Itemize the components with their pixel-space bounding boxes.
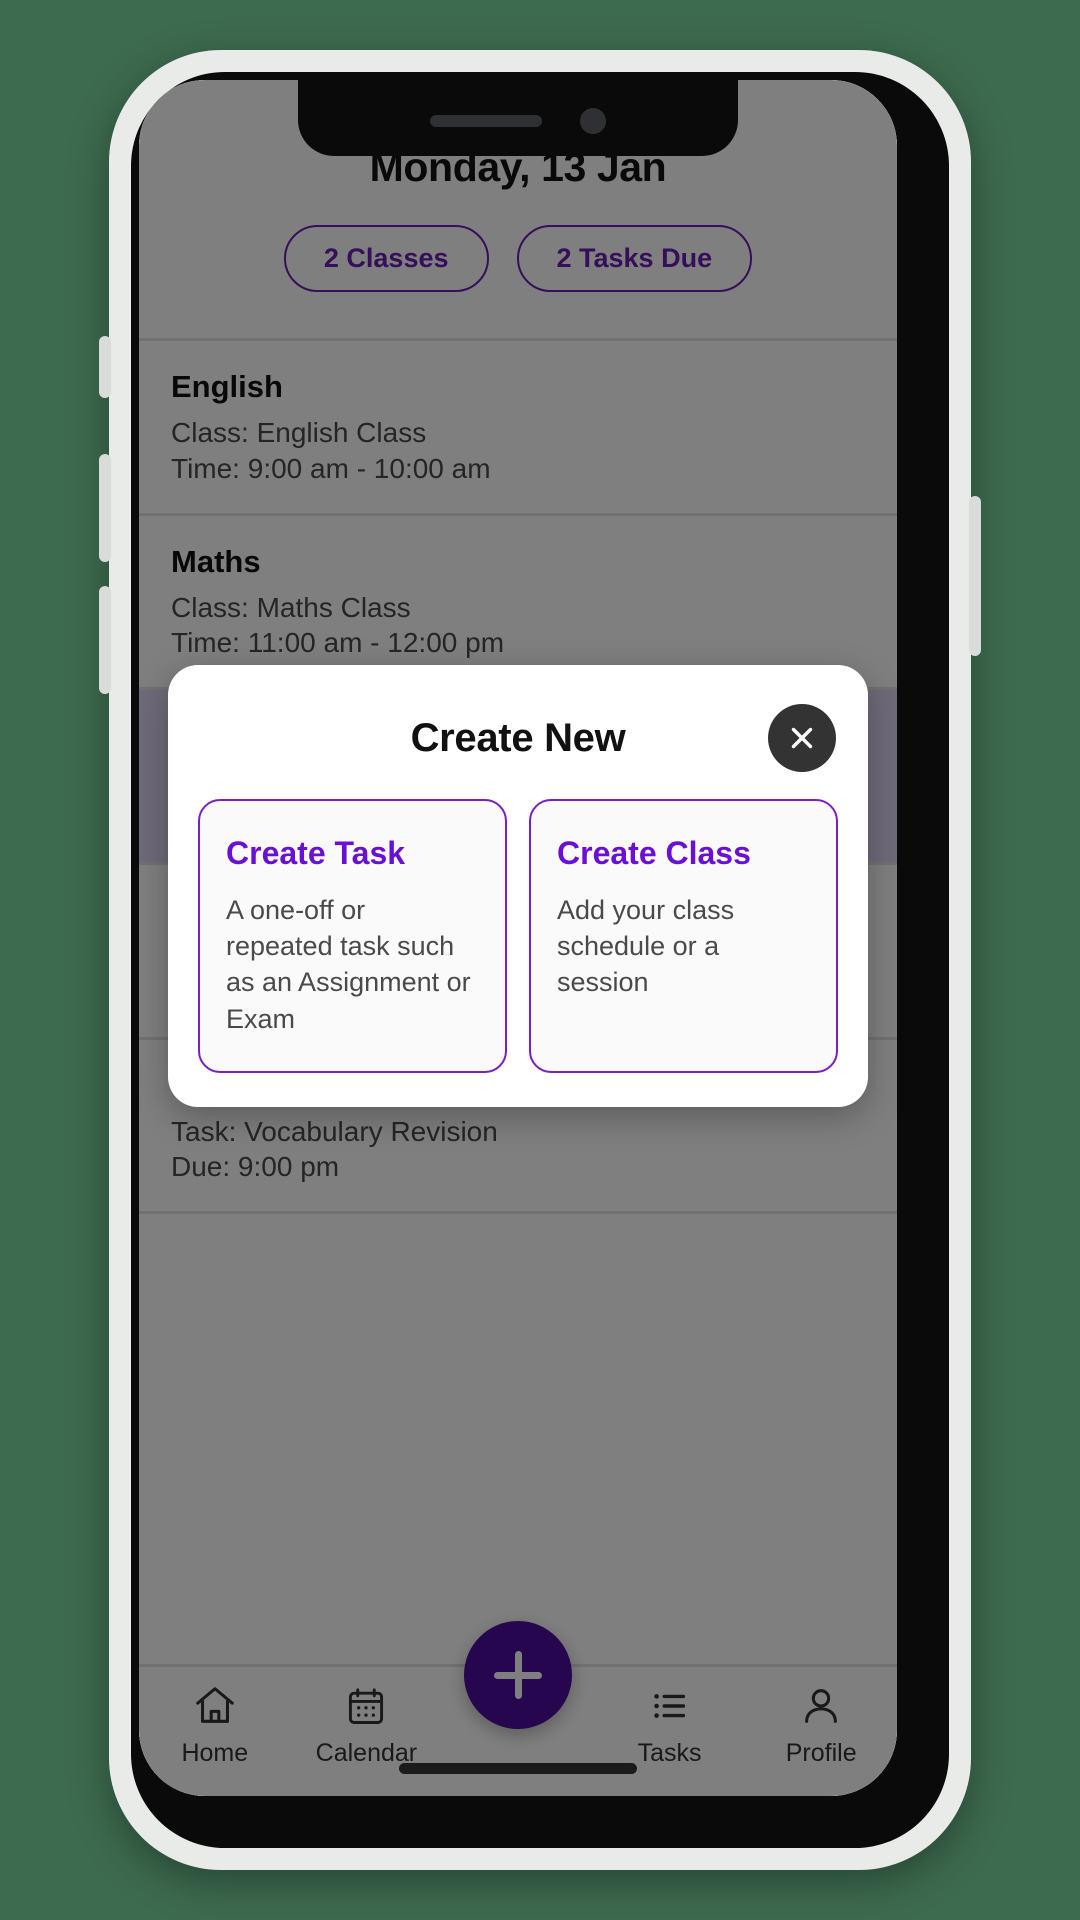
create-new-modal: Create New Create Task A one-off or repe… <box>168 665 868 1107</box>
volume-down-button[interactable] <box>99 586 111 694</box>
close-button[interactable] <box>768 704 836 772</box>
create-task-option[interactable]: Create Task A one-off or repeated task s… <box>198 799 507 1073</box>
earpiece-speaker-icon <box>430 115 542 127</box>
option-title: Create Task <box>226 835 406 871</box>
notch <box>298 80 738 156</box>
create-options: Create Task A one-off or repeated task s… <box>198 799 838 1073</box>
home-indicator[interactable] <box>399 1763 637 1774</box>
create-class-option[interactable]: Create Class Add your class schedule or … <box>529 799 838 1073</box>
front-camera-icon <box>580 108 606 134</box>
phone-frame: Monday, 13 Jan 2 Classes 2 Tasks Due Eng… <box>99 50 981 1870</box>
volume-up-button[interactable] <box>99 454 111 562</box>
modal-header: Create New <box>198 699 838 777</box>
option-title: Create Class <box>557 835 751 871</box>
mute-switch-button[interactable] <box>99 336 111 398</box>
option-description: A one-off or repeated task such as an As… <box>226 895 471 1034</box>
screenshot-stage: Monday, 13 Jan 2 Classes 2 Tasks Due Eng… <box>0 0 1080 1920</box>
option-description: Add your class schedule or a session <box>557 895 735 998</box>
power-button[interactable] <box>969 496 981 656</box>
modal-title: Create New <box>410 715 626 760</box>
phone-screen: Monday, 13 Jan 2 Classes 2 Tasks Due Eng… <box>139 80 897 1796</box>
close-icon <box>791 727 813 749</box>
